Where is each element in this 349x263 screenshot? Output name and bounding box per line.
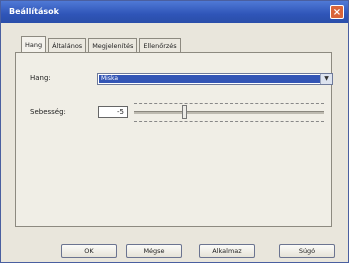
settings-dialog: Beállítások × Hang Általános Megjeleníté… — [0, 0, 349, 263]
apply-button[interactable]: Alkalmaz — [199, 244, 255, 258]
title-bar[interactable]: Beállítások × — [1, 1, 348, 23]
help-button[interactable]: Súgó — [279, 244, 335, 258]
speed-slider[interactable] — [134, 97, 334, 127]
tab-strip: Hang Általános Megjelenítés Ellenőrzés — [21, 36, 181, 52]
ok-button[interactable]: OK — [61, 244, 117, 258]
tab-general[interactable]: Általános — [48, 38, 87, 52]
chevron-down-icon[interactable]: ▼ — [320, 74, 332, 84]
window-title: Beállítások — [9, 7, 59, 16]
slider-ticks-top — [134, 103, 324, 105]
tab-display[interactable]: Megjelenítés — [88, 38, 138, 52]
voice-label: Hang: — [30, 74, 51, 82]
close-icon[interactable]: × — [330, 5, 344, 19]
speed-label: Sebesség: — [30, 108, 66, 116]
speed-value-field[interactable]: -5 — [98, 106, 128, 118]
tab-sound[interactable]: Hang — [21, 36, 47, 52]
slider-track[interactable] — [134, 111, 324, 114]
tab-check[interactable]: Ellenőrzés — [139, 38, 181, 52]
slider-ticks-bottom — [134, 121, 324, 123]
tab-panel: Hang: Miska ▼ Sebesség: -5 — [15, 52, 334, 227]
voice-selected-value: Miska — [99, 75, 321, 83]
voice-select[interactable]: Miska ▼ — [97, 73, 333, 85]
slider-thumb[interactable] — [182, 105, 187, 119]
cancel-button[interactable]: Mégse — [126, 244, 182, 258]
